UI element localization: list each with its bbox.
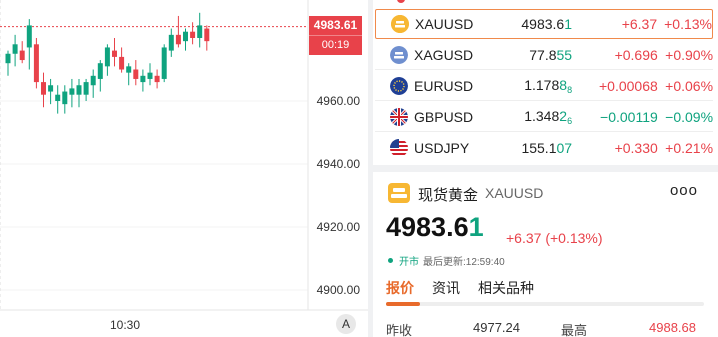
row-change-pct: +0.13% — [664, 16, 712, 32]
candle-body — [33, 44, 39, 83]
candle-body — [112, 50, 117, 57]
candle-body — [140, 75, 146, 83]
candle-body — [12, 44, 18, 54]
instrument-change: +6.37 (+0.13%) — [506, 230, 603, 246]
market-status: 开市 最后更新:12:59:40 — [388, 253, 505, 268]
watchlist-row-gbpusd[interactable]: GBPUSD 1.34826 −0.00119 −0.09% — [375, 102, 713, 132]
row-change-pct: +0.90% — [665, 46, 714, 63]
row-price: 1.34826 — [524, 107, 573, 126]
more-options-icon[interactable]: ooo — [670, 182, 698, 199]
gold-coin-icon — [391, 15, 409, 33]
gb-flag-icon — [390, 107, 408, 126]
detail-tabs: 报价 资讯 相关品种 — [386, 278, 704, 308]
row-change: +0.696 — [614, 46, 658, 63]
row-symbol: XAGUSD — [414, 46, 474, 63]
tab-active-indicator — [386, 302, 420, 306]
candle-body — [19, 50, 25, 61]
row-change: +6.37 — [621, 16, 658, 32]
candle-body — [119, 56, 125, 70]
eu-flag-icon — [390, 76, 408, 95]
high-label: 最高 — [561, 323, 588, 337]
instrument-detail: 现货黄金 XAUUSD ooo 4983.61 +6.37 (+0.13%) 开… — [373, 172, 718, 337]
high-value: 4988.68 — [649, 320, 696, 335]
candle-body — [147, 72, 153, 79]
tab-track — [386, 302, 704, 306]
candle-countdown: 00:19 — [321, 39, 350, 51]
silver-coin-icon — [390, 45, 408, 64]
candle-body — [55, 94, 61, 101]
instrument-price: 4983.61 — [386, 212, 484, 242]
row-change: +0.330 — [614, 140, 658, 156]
watchlist: XAUUSD 4983.61 +6.37 +0.13% XAGUSD 77.85… — [373, 0, 713, 165]
candle-body — [197, 25, 203, 38]
y-axis-label: 4940.00 — [316, 157, 360, 171]
candle-body — [97, 63, 103, 79]
prev-close-label: 昨收 — [386, 323, 413, 337]
gold-bars-icon — [388, 183, 410, 203]
candle-body — [133, 69, 139, 79]
candle-body — [62, 91, 68, 105]
market-open-label: 开市 — [399, 257, 419, 268]
row-symbol: USDJPY — [414, 140, 470, 156]
candle-body — [41, 82, 46, 95]
candle-body — [168, 34, 174, 51]
candle-body — [5, 53, 11, 64]
last-update-label: 最后更新:12:59:40 — [423, 257, 505, 268]
candle-body — [83, 82, 89, 95]
row-change: −0.00119 — [600, 108, 658, 125]
right-pane: XAUUSD 4983.61 +6.37 +0.13% XAGUSD 77.85… — [373, 0, 718, 337]
x-axis-label: 10:30 — [110, 318, 141, 332]
candle-body — [204, 28, 210, 42]
row-symbol: GBPUSD — [414, 108, 474, 125]
row-change-pct: +0.06% — [665, 77, 714, 94]
candle-body — [76, 85, 82, 95]
row-change-pct: −0.09% — [665, 108, 714, 125]
tab-related[interactable]: 相关品种 — [478, 278, 534, 298]
section-divider — [373, 165, 718, 172]
y-axis-label: 4920.00 — [316, 220, 360, 234]
y-axis-label: 4960.00 — [316, 94, 360, 108]
tab-news[interactable]: 资讯 — [432, 278, 460, 298]
y-axis-label: 4900.00 — [316, 283, 360, 297]
candle-body — [183, 31, 188, 42]
watchlist-row-xauusd[interactable]: XAUUSD 4983.61 +6.37 +0.13% — [375, 9, 713, 39]
us-flag-icon — [390, 139, 408, 157]
tab-quote[interactable]: 报价 — [386, 278, 414, 298]
candle-body — [126, 66, 132, 73]
watchlist-row-usdjpy[interactable]: USDJPY 155.107 +0.330 +0.21% — [375, 133, 713, 163]
candle-body — [154, 75, 160, 83]
candle-body — [175, 34, 181, 45]
row-price: 4983.61 — [521, 16, 573, 32]
row-change: +0.00068 — [598, 77, 658, 94]
row-price: 77.855 — [529, 46, 573, 63]
cutoff-row-icon — [397, 0, 405, 3]
watchlist-row-xagusd[interactable]: XAGUSD 77.855 +0.696 +0.90% — [375, 40, 713, 70]
current-price-label: 4983.61 — [309, 16, 362, 36]
candle-body — [69, 88, 75, 95]
current-price-tag: 4983.61 00:19 — [309, 16, 362, 55]
row-symbol: EURUSD — [414, 77, 474, 94]
auto-scale-button[interactable]: A — [336, 314, 356, 334]
candle-body — [26, 25, 32, 48]
row-price: 1.17888 — [524, 76, 573, 95]
candle-body — [90, 75, 96, 86]
candle-body — [190, 31, 196, 38]
watchlist-row-eurusd[interactable]: EURUSD 1.17888 +0.00068 +0.06% — [375, 71, 713, 101]
prev-close-value: 4977.24 — [473, 320, 520, 335]
instrument-code: XAUUSD — [485, 185, 544, 201]
row-price: 155.107 — [521, 140, 573, 156]
candle-body — [48, 85, 54, 92]
candle-body — [161, 47, 167, 79]
instrument-name: 现货黄金 — [418, 187, 479, 204]
row-change-pct: +0.21% — [665, 140, 714, 156]
row-symbol: XAUUSD — [415, 16, 474, 32]
status-dot-icon — [388, 258, 393, 263]
candle-body — [104, 47, 110, 67]
chart-pane[interactable]: 4960.00 4940.00 4920.00 4900.00 4983.61 … — [0, 0, 368, 337]
